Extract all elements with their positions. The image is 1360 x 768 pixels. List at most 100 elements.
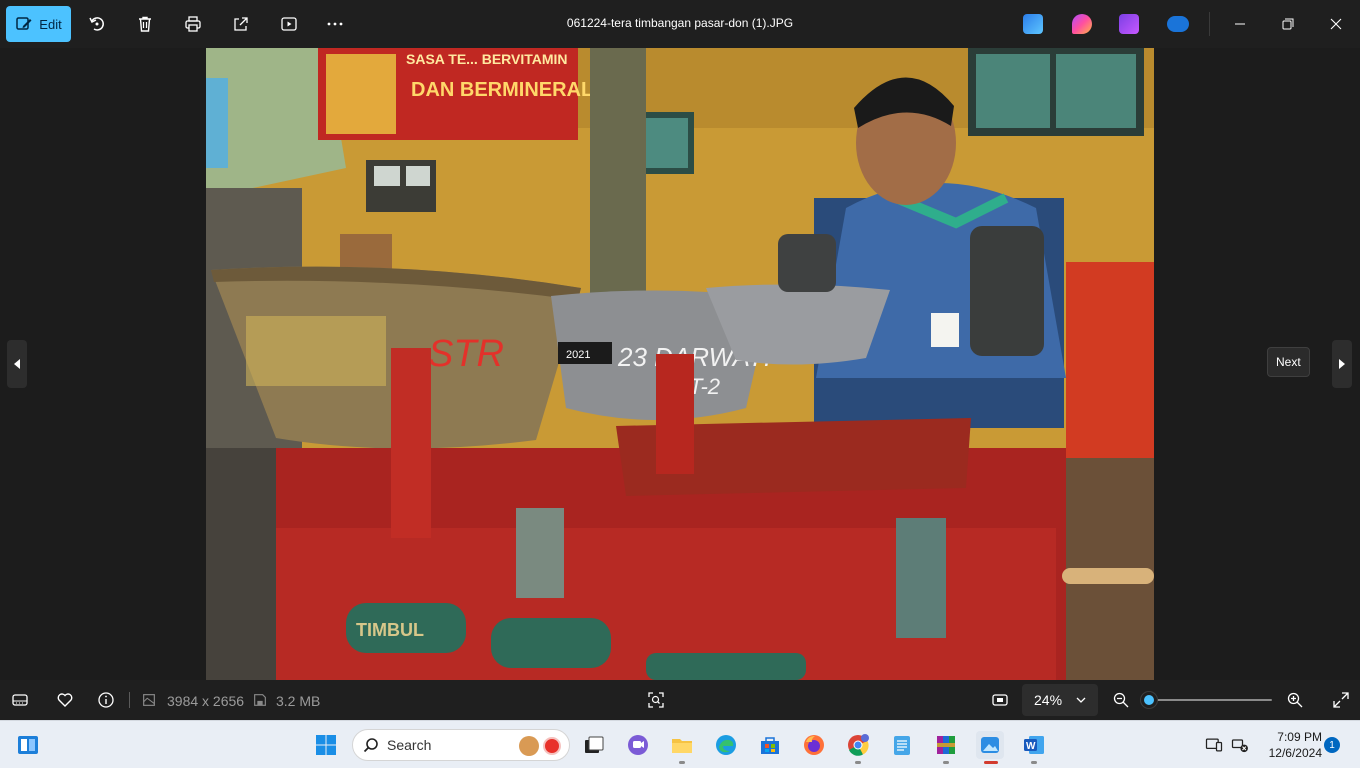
play-icon xyxy=(281,17,297,31)
minimize-icon xyxy=(1235,23,1245,25)
firefox-button[interactable] xyxy=(800,731,828,759)
chrome-button[interactable] xyxy=(844,731,872,759)
designer-icon[interactable] xyxy=(1072,14,1092,34)
running-indicator xyxy=(1031,761,1037,764)
filmstrip-icon xyxy=(12,694,28,706)
slideshow-button[interactable] xyxy=(277,12,301,36)
clock-date: 12/6/2024 xyxy=(1268,746,1322,760)
bowl-marking-str: STR xyxy=(428,333,504,375)
scale-brand: TIMBUL xyxy=(356,620,424,640)
running-indicator xyxy=(679,761,685,764)
task-view-button[interactable] xyxy=(580,731,608,759)
chevron-down-icon xyxy=(1076,697,1086,703)
onedrive-icon[interactable] xyxy=(1167,16,1189,32)
edit-button[interactable]: Edit xyxy=(6,6,71,42)
next-button[interactable] xyxy=(1332,340,1352,388)
rotate-icon xyxy=(89,17,104,31)
chat-icon xyxy=(628,735,648,755)
photo: SASA TE... BERVITAMIN DAN BERMINERAL STR… xyxy=(206,48,1154,680)
edge-button[interactable] xyxy=(712,731,740,759)
edit-button-label: Edit xyxy=(39,16,62,32)
expand-icon xyxy=(1333,692,1349,708)
taskbar-search[interactable]: Search xyxy=(352,729,570,761)
share-icon xyxy=(234,17,248,31)
chrome-icon xyxy=(848,734,869,756)
word-button[interactable]: W xyxy=(1020,731,1048,759)
banner-text-2: DAN BERMINERAL xyxy=(411,79,593,101)
firefox-icon xyxy=(804,735,824,755)
more-options-button[interactable] xyxy=(323,12,347,36)
fullscreen-button[interactable] xyxy=(1331,690,1351,710)
next-tooltip: Next xyxy=(1267,347,1310,377)
search-highlight-icon xyxy=(519,736,539,756)
wall-banner: SASA TE... BERVITAMIN DAN BERMINERAL xyxy=(318,48,593,140)
close-icon xyxy=(1330,18,1342,30)
minimize-button[interactable] xyxy=(1228,12,1252,36)
printer-icon xyxy=(185,16,201,32)
record-icon xyxy=(543,737,561,755)
close-button[interactable] xyxy=(1324,12,1348,36)
delete-button[interactable] xyxy=(133,12,157,36)
start-button[interactable] xyxy=(312,731,340,759)
edit-icon xyxy=(16,17,32,30)
devices-button[interactable] xyxy=(1204,731,1224,759)
svg-text:W: W xyxy=(1026,741,1036,752)
taskbar: Search W 7:09 PM 12/6/2024 1 xyxy=(0,720,1360,768)
teams-chat-button[interactable] xyxy=(624,731,652,759)
filmstrip-button[interactable] xyxy=(10,690,30,710)
file-info-button[interactable] xyxy=(96,690,116,710)
share-button[interactable] xyxy=(229,12,253,36)
favorite-button[interactable] xyxy=(55,690,75,710)
windows-icon xyxy=(316,735,336,755)
edge-icon xyxy=(716,735,736,755)
system-clock[interactable]: 7:09 PM 12/6/2024 xyxy=(1258,729,1322,761)
print-button[interactable] xyxy=(181,12,205,36)
zoom-dropdown[interactable]: 24% xyxy=(1022,684,1098,716)
chevron-right-icon xyxy=(1339,359,1345,369)
photos-button[interactable] xyxy=(976,731,1004,759)
notification-badge[interactable]: 1 xyxy=(1324,737,1340,753)
image-viewer: SASA TE... BERVITAMIN DAN BERMINERAL STR… xyxy=(0,48,1360,680)
banner-text-1: SASA TE... BERVITAMIN xyxy=(406,51,568,67)
bottom-bar: 3984 x 2656 3.2 MB 24% xyxy=(0,680,1360,720)
more-icon xyxy=(327,22,343,26)
photos-editor-icon[interactable] xyxy=(1023,14,1043,34)
widgets-button[interactable] xyxy=(14,731,42,759)
notepad-button[interactable] xyxy=(888,731,916,759)
visual-search-button[interactable] xyxy=(646,690,666,710)
device-icon xyxy=(1205,738,1223,752)
store-icon xyxy=(761,737,779,754)
clipchamp-icon[interactable] xyxy=(1119,14,1139,34)
bowl-sticker: 2021 xyxy=(566,349,590,361)
chevron-left-icon xyxy=(14,359,20,369)
folder-icon xyxy=(672,739,692,753)
archive-icon xyxy=(937,736,955,754)
file-explorer-button[interactable] xyxy=(668,731,696,759)
restore-icon xyxy=(1282,18,1294,30)
widgets-icon xyxy=(18,736,38,754)
restore-button[interactable] xyxy=(1276,12,1300,36)
zoom-slider-track[interactable] xyxy=(1146,699,1272,701)
zoom-slider-thumb[interactable] xyxy=(1140,692,1157,708)
actual-size-button[interactable] xyxy=(990,690,1010,710)
zoom-in-button[interactable] xyxy=(1285,690,1305,710)
heart-icon xyxy=(57,693,73,707)
toolbar-divider xyxy=(1209,12,1210,36)
previous-button[interactable] xyxy=(7,340,27,388)
visual-search-icon xyxy=(648,692,664,708)
zoom-out-button[interactable] xyxy=(1111,690,1131,710)
store-button[interactable] xyxy=(756,731,784,759)
running-indicator xyxy=(943,761,949,764)
active-indicator xyxy=(984,761,998,764)
network-button[interactable] xyxy=(1230,731,1250,759)
info-icon xyxy=(98,692,114,708)
dimensions-icon xyxy=(141,690,157,710)
file-size: 3.2 MB xyxy=(276,693,321,709)
rotate-button[interactable] xyxy=(85,12,109,36)
photos-icon xyxy=(981,737,999,753)
task-view-icon xyxy=(585,736,604,753)
search-icon xyxy=(363,738,378,753)
winrar-button[interactable] xyxy=(932,731,960,759)
zoom-value: 24% xyxy=(1034,692,1063,708)
zoom-in-icon xyxy=(1287,692,1303,708)
